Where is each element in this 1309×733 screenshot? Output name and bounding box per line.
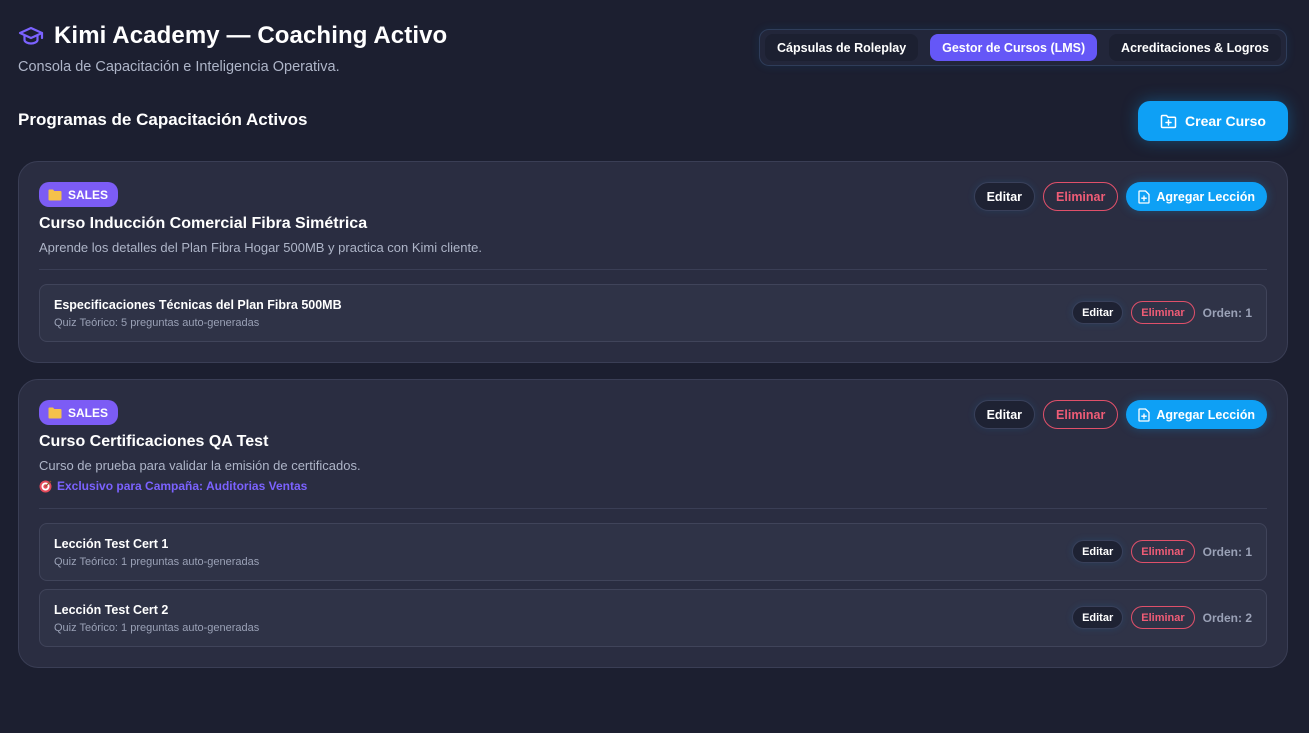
delete-course-button[interactable]: Eliminar (1043, 400, 1119, 429)
create-course-button[interactable]: Crear Curso (1138, 101, 1288, 141)
edit-course-button[interactable]: Editar (973, 400, 1036, 429)
edit-lesson-button[interactable]: Editar (1072, 540, 1124, 563)
lesson-item: Especificaciones Técnicas del Plan Fibra… (39, 284, 1267, 342)
divider (39, 269, 1267, 270)
course-card: SALES Curso Inducción Comercial Fibra Si… (18, 161, 1288, 363)
folder-icon (48, 189, 62, 201)
lesson-actions: Editar Eliminar Orden: 2 (1072, 606, 1252, 629)
lesson-quiz-info: Quiz Teórico: 5 preguntas auto-generadas (54, 317, 260, 329)
folder-plus-icon (1160, 114, 1177, 129)
edit-lesson-button[interactable]: Editar (1072, 606, 1124, 629)
tab-course-manager[interactable]: Gestor de Cursos (LMS) (930, 34, 1098, 61)
tab-roleplay[interactable]: Cápsulas de Roleplay (765, 34, 919, 61)
add-lesson-button[interactable]: Agregar Lección (1126, 182, 1267, 211)
course-actions: Editar Eliminar Agregar Lección (973, 400, 1267, 429)
campaign-label: Exclusivo para Campaña: Auditorias Venta… (57, 479, 308, 493)
lesson-title: Especificaciones Técnicas del Plan Fibra… (54, 298, 342, 312)
main-tabs: Cápsulas de Roleplay Gestor de Cursos (L… (759, 29, 1287, 66)
target-icon (39, 480, 52, 493)
app-header: Kimi Academy — Coaching Activo (18, 22, 447, 50)
lesson-order: Orden: 1 (1202, 544, 1252, 559)
delete-lesson-button[interactable]: Eliminar (1131, 606, 1195, 629)
course-card: SALES Curso Certificaciones QA Test Curs… (18, 379, 1288, 668)
lesson-quiz-info: Quiz Teórico: 1 preguntas auto-generadas (54, 556, 260, 568)
course-title: Curso Certificaciones QA Test (39, 433, 269, 450)
add-lesson-button[interactable]: Agregar Lección (1126, 400, 1267, 429)
course-description: Curso de prueba para validar la emisión … (39, 458, 361, 473)
add-lesson-label: Agregar Lección (1156, 189, 1255, 204)
lesson-actions: Editar Eliminar Orden: 1 (1072, 301, 1252, 324)
lesson-item: Lección Test Cert 1 Quiz Teórico: 1 preg… (39, 523, 1267, 581)
course-title: Curso Inducción Comercial Fibra Simétric… (39, 215, 368, 232)
section-title: Programas de Capacitación Activos (18, 110, 308, 129)
lesson-quiz-info: Quiz Teórico: 1 preguntas auto-generadas (54, 622, 260, 634)
category-badge-label: SALES (68, 187, 109, 202)
tab-accreditations[interactable]: Acreditaciones & Logros (1109, 34, 1281, 61)
course-description: Aprende los detalles del Plan Fibra Hoga… (39, 240, 482, 255)
edit-course-button[interactable]: Editar (973, 182, 1036, 211)
graduation-cap-icon (18, 23, 44, 49)
category-badge: SALES (39, 400, 119, 425)
lesson-title: Lección Test Cert 1 (54, 537, 169, 551)
campaign-restriction: Exclusivo para Campaña: Auditorias Venta… (39, 479, 307, 493)
lesson-order: Orden: 1 (1202, 305, 1252, 320)
course-actions: Editar Eliminar Agregar Lección (973, 182, 1267, 211)
file-plus-icon (1138, 407, 1151, 422)
category-badge-label: SALES (68, 405, 109, 420)
folder-icon (48, 407, 62, 419)
page-subtitle: Consola de Capacitación e Inteligencia O… (18, 59, 340, 75)
category-badge: SALES (39, 182, 119, 207)
create-course-label: Crear Curso (1185, 113, 1266, 129)
lesson-order: Orden: 2 (1202, 610, 1252, 625)
page-title: Kimi Academy — Coaching Activo (54, 22, 448, 49)
lesson-actions: Editar Eliminar Orden: 1 (1072, 540, 1252, 563)
lesson-title: Lección Test Cert 2 (54, 603, 169, 617)
divider (39, 508, 1267, 509)
file-plus-icon (1138, 189, 1151, 204)
delete-course-button[interactable]: Eliminar (1043, 182, 1119, 211)
add-lesson-label: Agregar Lección (1156, 407, 1255, 422)
lesson-item: Lección Test Cert 2 Quiz Teórico: 1 preg… (39, 589, 1267, 647)
delete-lesson-button[interactable]: Eliminar (1131, 301, 1195, 324)
edit-lesson-button[interactable]: Editar (1072, 301, 1124, 324)
delete-lesson-button[interactable]: Eliminar (1131, 540, 1195, 563)
